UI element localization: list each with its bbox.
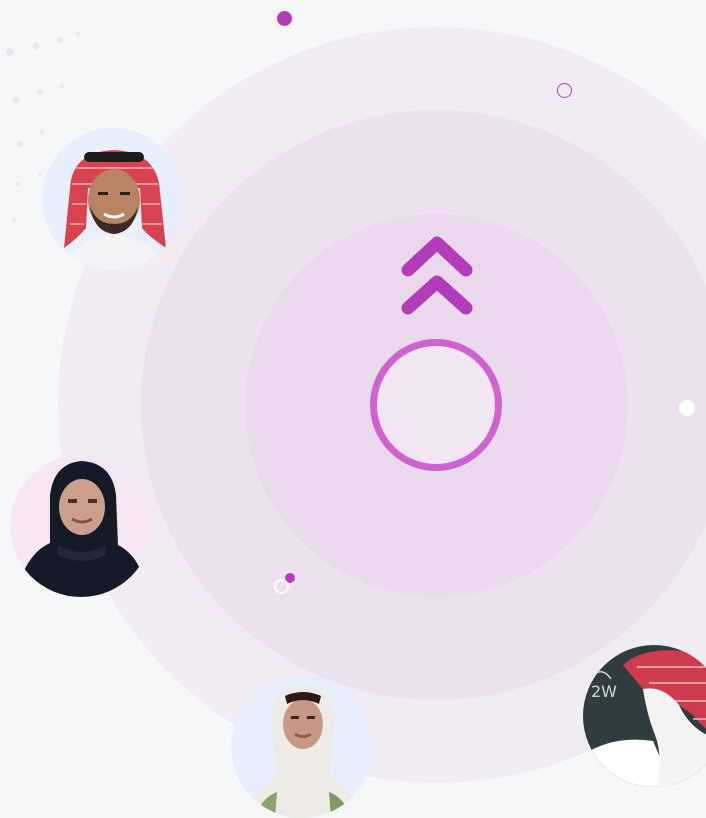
avatar-man-shemagh-top-left: [42, 128, 184, 270]
svg-text:2W: 2W: [591, 682, 617, 701]
avatar-man-shemagh-bottom-right: 2W: [583, 645, 706, 787]
double-chevron-up-icon: [401, 236, 473, 315]
white-dot: [679, 400, 695, 416]
accent-dot: [277, 11, 292, 26]
accent-ring-dot: [557, 83, 572, 98]
avatar-woman-hijab-bottom: [231, 676, 373, 818]
center-circle-button[interactable]: [370, 339, 502, 471]
avatar-woman-hijab-left: [10, 455, 152, 597]
orbit-illustration: 2W: [0, 0, 706, 818]
white-ring-dot: [274, 579, 289, 594]
